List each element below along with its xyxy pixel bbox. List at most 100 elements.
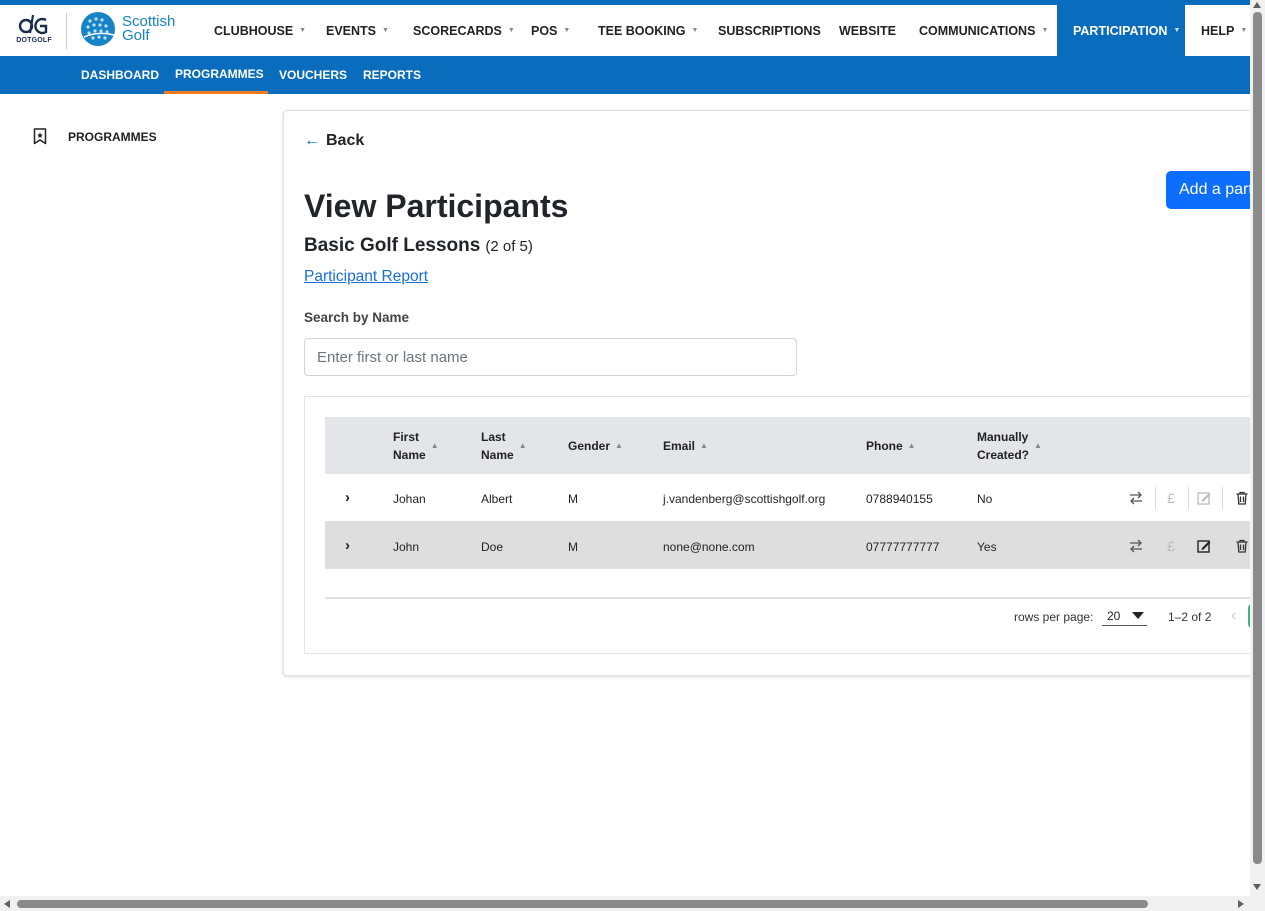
column-header-label: Manually: [977, 429, 1029, 444]
cell-first-name: Johan: [393, 492, 426, 506]
table-row: [325, 522, 1250, 569]
column-header-label: Name: [393, 447, 426, 462]
sort-up-icon: ▲: [430, 441, 439, 450]
caret-down-icon: ▼: [507, 27, 515, 34]
previous-page-icon[interactable]: ‹: [1231, 607, 1236, 625]
nav-scorecards-label: SCORECARDS: [413, 23, 502, 38]
back-label: Back: [326, 132, 365, 149]
scroll-left-arrow-icon[interactable]: [4, 900, 10, 908]
sort-up-icon: ▲: [615, 440, 623, 450]
column-header-phone[interactable]: Phone ▲: [866, 417, 916, 474]
dotgolf-logo[interactable]: DOTGOLF: [14, 12, 54, 52]
sort-up-icon: ▲: [907, 440, 916, 450]
subnav-programmes[interactable]: PROGRAMMES: [164, 56, 268, 94]
nav-help[interactable]: HELP ▼: [1201, 5, 1247, 56]
cell-manually-created: No: [977, 492, 993, 506]
nav-website-label: WEBSITE: [839, 23, 896, 38]
scroll-up-arrow-icon[interactable]: [1253, 2, 1261, 8]
column-header-manually-created[interactable]: Manually Created? ▲: [977, 417, 1042, 474]
nav-scorecards[interactable]: SCORECARDS ▼: [413, 5, 515, 56]
caret-down-icon: ▼: [1240, 27, 1248, 34]
expand-row-chevron-icon[interactable]: ›: [345, 489, 350, 506]
nav-pos[interactable]: POS ▼: [531, 5, 570, 56]
programme-heading: Basic Golf Lessons (2 of 5): [304, 235, 533, 257]
edit-icon[interactable]: [1195, 489, 1213, 507]
column-header-label: Last: [481, 429, 506, 444]
cell-last-name: Albert: [481, 492, 513, 506]
golf-ball-icon: [81, 12, 115, 46]
delete-trash-icon[interactable]: [1233, 537, 1251, 555]
nav-events-label: EVENTS: [326, 23, 377, 38]
caret-down-icon: ▼: [1041, 27, 1049, 34]
back-link[interactable]: ← Back: [304, 132, 364, 150]
caret-down-icon: ▼: [299, 27, 307, 34]
horizontal-scrollbar[interactable]: [0, 896, 1250, 911]
payment-pound-icon[interactable]: £: [1162, 537, 1180, 555]
arrow-left-icon: ←: [304, 132, 320, 149]
nav-website[interactable]: WEBSITE: [839, 5, 896, 56]
nav-clubhouse-label: CLUBHOUSE: [214, 23, 294, 38]
payment-pound-icon[interactable]: £: [1162, 489, 1180, 507]
scroll-down-arrow-icon[interactable]: [1253, 884, 1261, 890]
column-header-first-name[interactable]: First Name ▲: [393, 417, 439, 474]
sub-navigation-bar: DASHBOARD PROGRAMMES VOUCHERS REPORTS: [0, 56, 1250, 94]
subnav-vouchers[interactable]: VOUCHERS: [279, 56, 347, 94]
pagination-range: 1–2 of 2: [1168, 610, 1212, 624]
scroll-right-arrow-icon[interactable]: [1238, 900, 1244, 908]
subnav-reports[interactable]: REPORTS: [363, 56, 421, 94]
caret-down-icon: ▼: [691, 27, 699, 34]
delete-trash-icon[interactable]: [1233, 489, 1251, 507]
top-navigation-bar: DOTGOLF Scottish Golf CLUBHOUSE ▼ EVENTS ▼…: [0, 5, 1250, 56]
scottish-golf-logo[interactable]: Scottish Golf: [80, 11, 175, 47]
subnav-reports-label: REPORTS: [363, 68, 422, 82]
subnav-dashboard-label: DASHBOARD: [81, 68, 159, 82]
transfer-icon[interactable]: [1127, 489, 1145, 507]
nav-tee-booking[interactable]: TEE BOOKING ▼: [598, 5, 698, 56]
cell-gender: M: [568, 540, 578, 554]
cell-first-name: John: [393, 540, 420, 554]
rows-per-page-label: rows per page:: [1014, 610, 1094, 624]
vertical-scrollbar[interactable]: [1250, 0, 1265, 911]
expand-row-chevron-icon[interactable]: ›: [345, 537, 350, 554]
search-label: Search by Name: [304, 310, 410, 325]
cell-last-name: Doe: [481, 540, 504, 554]
cell-email: none@none.com: [663, 540, 755, 554]
scottish-golf-line2: Golf: [122, 27, 150, 44]
cell-email: j.vandenberg@scottishgolf.org: [663, 492, 826, 506]
column-header-label: Created?: [977, 447, 1030, 462]
caret-down-icon: ▼: [382, 27, 389, 34]
column-header-last-name[interactable]: Last Name ▲: [481, 417, 527, 474]
nav-participation[interactable]: PARTICIPATION ▼: [1057, 5, 1185, 56]
rows-per-page-select[interactable]: 20: [1102, 606, 1147, 626]
scottish-golf-wordmark: Scottish Golf: [122, 14, 175, 44]
column-header-label: Email: [663, 438, 696, 453]
nav-help-label: HELP: [1201, 23, 1235, 38]
subnav-dashboard[interactable]: DASHBOARD: [81, 56, 159, 94]
column-header-email[interactable]: Email ▲: [663, 417, 708, 474]
nav-subscriptions[interactable]: SUBSCRIPTIONS: [718, 5, 821, 56]
horizontal-scroll-thumb[interactable]: [17, 900, 1148, 908]
nav-clubhouse[interactable]: CLUBHOUSE ▼: [214, 5, 306, 56]
nav-participation-label: PARTICIPATION: [1073, 23, 1168, 38]
nav-subscriptions-label: SUBSCRIPTIONS: [718, 23, 821, 38]
sidebar-item-label: PROGRAMMES: [68, 129, 157, 144]
sort-up-icon: ▲: [700, 440, 708, 450]
transfer-icon[interactable]: [1127, 537, 1145, 555]
participant-report-link[interactable]: Participant Report: [304, 268, 428, 286]
nav-communications[interactable]: COMMUNICATIONS ▼: [919, 5, 1048, 56]
table-header: [325, 417, 1250, 474]
sidebar-item-programmes[interactable]: PROGRAMMES: [33, 128, 157, 145]
action-divider: [1222, 487, 1223, 509]
bookmark-icon: [33, 128, 47, 145]
search-input[interactable]: [304, 338, 797, 376]
column-header-gender[interactable]: Gender ▲: [568, 417, 623, 474]
nav-tee-booking-label: TEE BOOKING: [598, 23, 686, 38]
logo-divider: [66, 13, 67, 49]
vertical-scroll-thumb[interactable]: [1253, 12, 1262, 864]
action-divider: [1188, 487, 1189, 509]
nav-events[interactable]: EVENTS ▼: [326, 5, 389, 56]
edit-icon[interactable]: [1195, 537, 1213, 555]
cell-manually-created: Yes: [977, 540, 997, 554]
subnav-vouchers-label: VOUCHERS: [279, 68, 348, 82]
rows-per-page-value: 20: [1107, 608, 1121, 623]
